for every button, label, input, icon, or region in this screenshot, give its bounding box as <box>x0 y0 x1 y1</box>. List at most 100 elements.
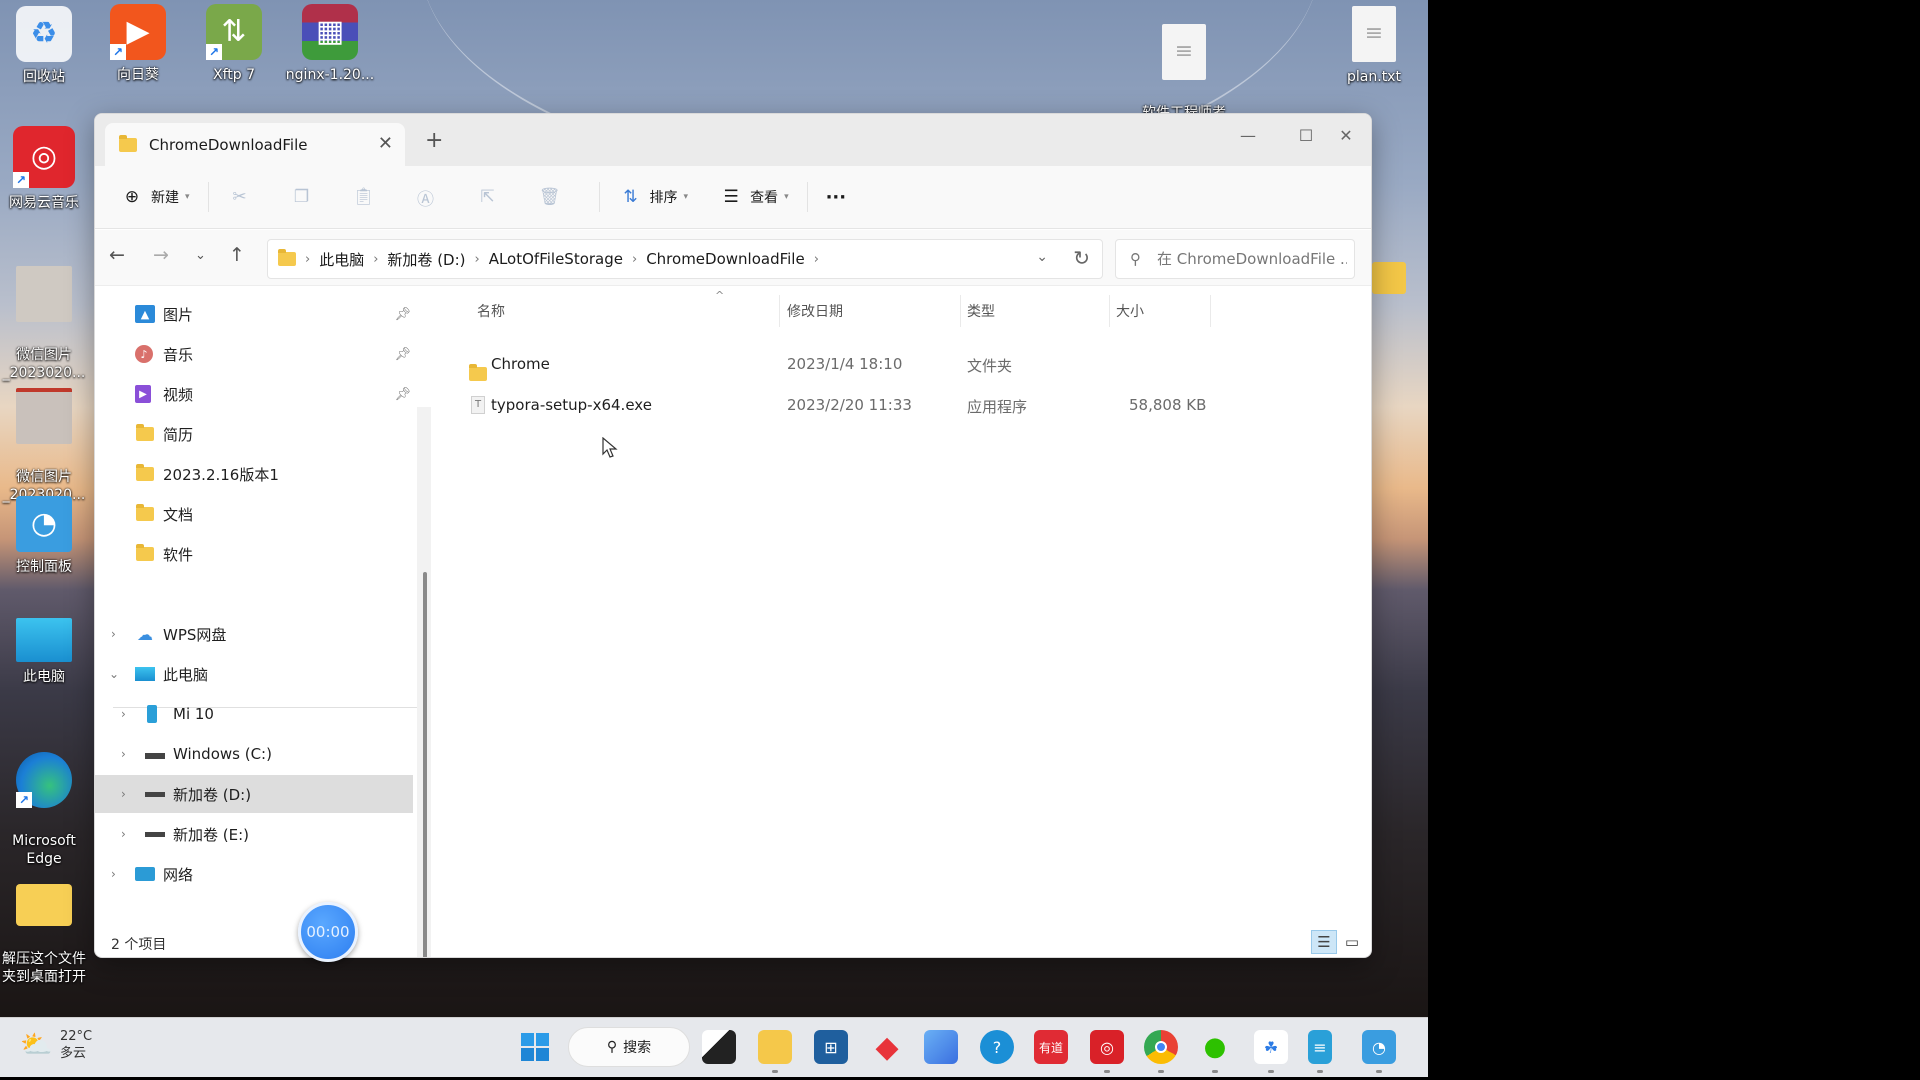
screen-recorder-timer[interactable]: 00:00 <box>298 902 358 962</box>
youdao-icon[interactable]: 有道 <box>1034 1030 1068 1064</box>
microsoft-store-icon[interactable]: ⊞ <box>814 1030 848 1064</box>
sidebar-item-videos[interactable]: ▶ 视频 📌︎ <box>95 375 431 413</box>
sidebar-item-resume[interactable]: 简历 <box>95 415 431 453</box>
pin-icon[interactable]: 📌︎ <box>394 387 411 402</box>
netease-music-taskbar-icon[interactable]: ◎ <box>1090 1030 1124 1073</box>
cut-icon[interactable]: ✂ <box>227 184 253 210</box>
sort-button[interactable]: ⇅ 排序 ▾ <box>618 179 688 215</box>
recent-locations-chevron-icon[interactable]: ⌄ <box>195 248 206 263</box>
new-tab-button[interactable]: + <box>425 128 443 153</box>
breadcrumb-chevron-icon[interactable]: › <box>373 252 378 267</box>
breadcrumb-chevron-icon[interactable]: › <box>814 252 819 267</box>
breadcrumb-chromedownloadfile[interactable]: ChromeDownloadFile <box>646 250 805 268</box>
sidebar-scrollbar-thumb[interactable] <box>423 572 427 957</box>
rename-icon[interactable]: Ⓐ <box>413 184 439 210</box>
help-app-icon[interactable]: ? <box>980 1030 1014 1064</box>
sidebar-item-mi10[interactable]: › Mi 10 <box>95 695 431 733</box>
details-view-icon[interactable]: ☰ <box>1311 930 1337 954</box>
column-header-name[interactable]: 名称 <box>477 301 505 321</box>
chevron-right-icon[interactable]: › <box>121 787 126 801</box>
control-panel-taskbar-icon[interactable]: ◔ <box>1362 1030 1396 1073</box>
column-header-size[interactable]: 大小 <box>1116 301 1144 321</box>
desktop-icon-xftp[interactable]: ⇅ ↗ Xftp 7 <box>186 4 282 84</box>
wechat-icon[interactable]: ● <box>1198 1030 1232 1073</box>
search-box[interactable]: ⚲ <box>1115 239 1355 279</box>
copy-icon[interactable]: ❐ <box>289 184 315 210</box>
close-window-button[interactable]: ✕ <box>1323 120 1369 152</box>
desktop-icon-netease-music[interactable]: ◎ ↗ 网易云音乐 <box>0 126 92 212</box>
column-header-date-modified[interactable]: 修改日期 <box>787 301 843 321</box>
more-options-button[interactable]: ··· <box>826 179 847 215</box>
column-header-type[interactable]: 类型 <box>967 301 995 321</box>
sidebar-item-drive-e[interactable]: › 新加卷 (E:) <box>95 815 431 853</box>
desktop-icon-sunlogin[interactable]: ▶ ↗ 向日葵 <box>90 4 186 84</box>
desktop-icon-recycle-bin[interactable]: ♻ 回收站 <box>0 6 92 86</box>
chevron-right-icon[interactable]: › <box>121 747 126 761</box>
desktop-icon-extract-folder[interactable]: 解压这个文件 夹到桌面打开 <box>0 866 92 1004</box>
sidebar-item-drive-d[interactable]: › 新加卷 (D:) <box>95 775 413 813</box>
desktop-icon-nginx-archive[interactable]: ▦ nginx-1.20... <box>282 4 378 84</box>
taskbar-search-button[interactable]: ⚲ 搜索 <box>568 1027 690 1067</box>
breadcrumb-chevron-icon[interactable]: › <box>632 252 637 267</box>
chevron-right-icon[interactable]: › <box>121 827 126 841</box>
pin-icon[interactable]: 📌︎ <box>394 307 411 322</box>
desktop-partial-folder-icon[interactable] <box>1372 262 1406 294</box>
chevron-down-icon: ▾ <box>185 192 190 202</box>
breadcrumb-this-pc[interactable]: 此电脑 <box>319 249 364 270</box>
breadcrumb-drive-d[interactable]: 新加卷 (D:) <box>387 249 465 270</box>
sidebar-item-wps-cloud[interactable]: › ☁ WPS网盘 <box>95 615 431 653</box>
paste-icon[interactable]: 📋︎ <box>351 184 377 210</box>
chevron-right-icon[interactable]: › <box>111 867 116 881</box>
column-divider[interactable] <box>1210 295 1211 327</box>
sidebar-item-version-folder[interactable]: 2023.2.16版本1 <box>95 455 431 493</box>
search-input[interactable] <box>1157 250 1347 268</box>
task-view-icon[interactable] <box>702 1030 736 1064</box>
up-arrow-icon[interactable]: ↑ <box>229 244 245 266</box>
large-icons-view-icon[interactable]: ▭ <box>1339 930 1365 954</box>
chevron-down-icon[interactable]: ⌄ <box>109 667 119 681</box>
sidebar-item-this-pc[interactable]: ⌄ 此电脑 <box>95 655 431 693</box>
taskbar: ⛅ 22°C 多云 ⚲ 搜索 ⊞ ◆ ? 有道 ◎ ● ☘ ≡ ◔ <box>0 1017 1428 1077</box>
desktop-icon-this-pc[interactable]: 此电脑 <box>0 618 92 686</box>
refresh-icon[interactable]: ↻ <box>1073 246 1090 270</box>
notepad-icon[interactable]: ≡ <box>1308 1030 1332 1073</box>
sidebar-item-network[interactable]: › 网络 <box>95 855 431 893</box>
sidebar-item-music[interactable]: ♪ 音乐 📌︎ <box>95 335 431 373</box>
share-icon[interactable]: ⇱ <box>475 184 501 210</box>
start-button[interactable] <box>518 1030 552 1064</box>
weather-widget[interactable]: ⛅ 22°C 多云 <box>20 1028 92 1062</box>
sidebar-item-software[interactable]: 软件 <box>95 535 431 573</box>
breadcrumb-chevron-icon[interactable]: › <box>475 252 480 267</box>
desktop-icon-plan-txt[interactable]: ≡ plan.txt <box>1326 6 1422 86</box>
chevron-right-icon[interactable]: › <box>121 707 126 721</box>
breadcrumb-alotoffilestorage[interactable]: ALotOfFileStorage <box>489 250 623 268</box>
file-row[interactable]: T typora-setup-x64.exe 2023/2/20 11:33 应… <box>447 387 1367 423</box>
column-divider[interactable] <box>1109 295 1110 327</box>
new-button[interactable]: ⊕ 新建 ▾ <box>119 179 190 215</box>
sidebar-item-pictures[interactable]: ▲ 图片 📌︎ <box>95 295 431 333</box>
tab-chromedownloadfile[interactable]: ChromeDownloadFile ✕ <box>105 123 405 166</box>
column-divider[interactable] <box>779 295 780 327</box>
view-button[interactable]: ☰ 查看 ▾ <box>718 179 788 215</box>
address-history-dropdown-icon[interactable]: ⌄ <box>1036 249 1048 265</box>
baidu-netdisk-icon[interactable]: ☘ <box>1254 1030 1288 1073</box>
breadcrumb-chevron-icon[interactable]: › <box>305 252 310 267</box>
minimize-button[interactable]: — <box>1225 120 1271 152</box>
column-divider[interactable] <box>960 295 961 327</box>
sidebar-item-documents[interactable]: 文档 <box>95 495 431 533</box>
chevron-right-icon[interactable]: › <box>111 627 116 641</box>
desktop-icon-control-panel[interactable]: ◔ 控制面板 <box>0 496 92 576</box>
delete-icon[interactable]: 🗑︎ <box>537 184 563 210</box>
desktop-icon-edge[interactable]: ↗ Microsoft Edge <box>0 734 92 886</box>
forward-arrow-icon[interactable]: → <box>153 244 169 266</box>
sidebar-item-drive-c[interactable]: › Windows (C:) <box>95 735 431 773</box>
back-arrow-icon[interactable]: ← <box>109 244 125 266</box>
chrome-icon[interactable] <box>1144 1030 1178 1073</box>
address-bar[interactable]: › 此电脑 › 新加卷 (D:) › ALotOfFileStorage › C… <box>267 239 1103 279</box>
pin-icon[interactable]: 📌︎ <box>394 347 411 362</box>
file-explorer-taskbar-icon[interactable] <box>758 1030 792 1073</box>
blue-squares-app-icon[interactable] <box>924 1030 958 1064</box>
close-tab-icon[interactable]: ✕ <box>378 133 393 154</box>
file-row[interactable]: Chrome 2023/1/4 18:10 文件夹 <box>447 346 1367 382</box>
red-diamond-app-icon[interactable]: ◆ <box>870 1030 904 1065</box>
